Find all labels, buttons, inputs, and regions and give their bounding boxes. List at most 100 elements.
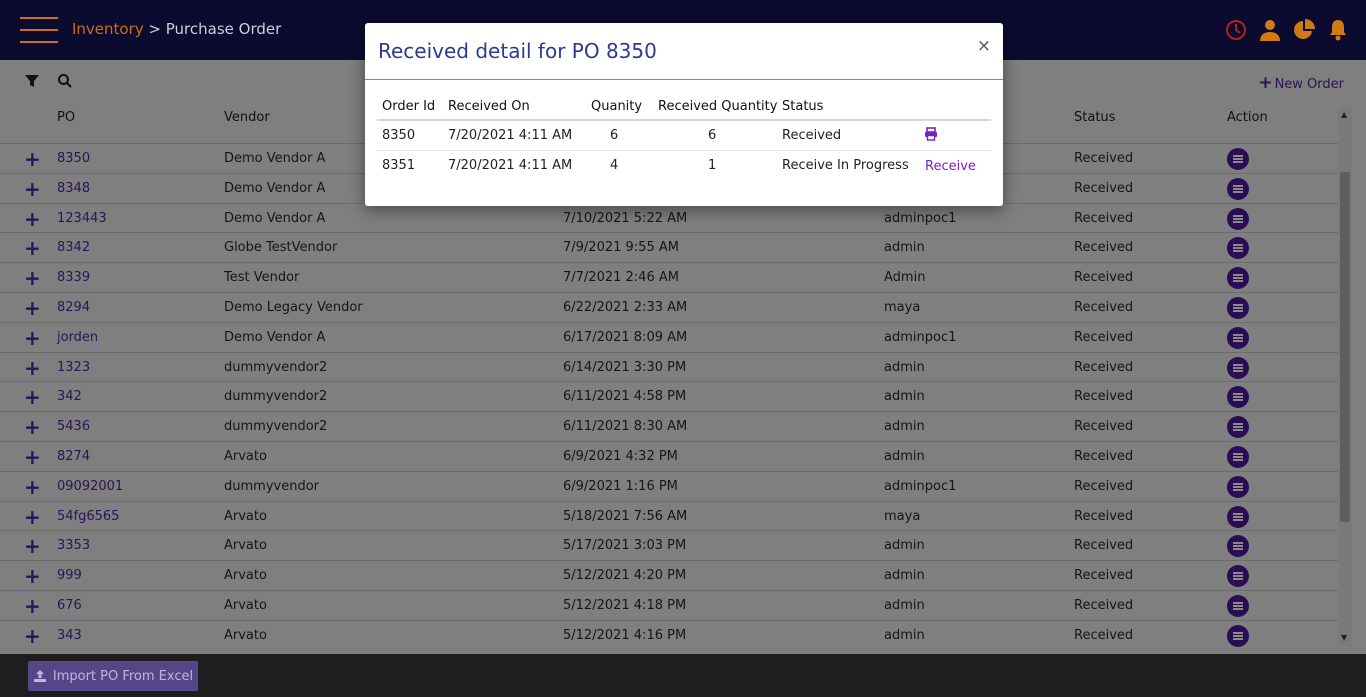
vendor-cell: dummyvendor	[224, 478, 319, 494]
po-link[interactable]: 342	[57, 389, 82, 404]
po-link[interactable]: 09092001	[57, 479, 123, 494]
expand-row-icon[interactable]: +	[24, 624, 41, 648]
user-icon[interactable]	[1258, 18, 1282, 42]
table-row: +343 Arvato 5/12/2021 4:16 PM admin Received	[0, 621, 1338, 650]
status-cell: Received	[1074, 180, 1134, 196]
hamburger-menu-icon[interactable]	[20, 15, 58, 45]
row-action-menu-icon[interactable]	[1227, 416, 1249, 439]
row-action-menu-icon[interactable]	[1227, 505, 1249, 528]
scroll-up-arrow-icon[interactable]: ▲	[1341, 110, 1347, 119]
row-action-menu-icon[interactable]	[1227, 237, 1249, 260]
close-icon[interactable]: ×	[977, 36, 991, 56]
expand-row-icon[interactable]: +	[24, 266, 41, 290]
vendor-cell: Arvato	[224, 568, 267, 584]
receive-link[interactable]: Receive	[925, 159, 976, 174]
user-cell: admin	[884, 359, 925, 375]
received-quantity-cell: 6	[708, 128, 717, 143]
vendor-cell: Arvato	[224, 627, 267, 643]
row-action-menu-icon[interactable]	[1227, 207, 1249, 230]
expand-row-icon[interactable]: +	[24, 594, 41, 618]
row-action-menu-icon[interactable]	[1227, 326, 1249, 349]
row-action-menu-icon[interactable]	[1227, 267, 1249, 290]
expand-row-icon[interactable]: +	[24, 147, 41, 171]
table-row: +1323 dummyvendor2 6/14/2021 3:30 PM admin R…	[0, 353, 1338, 383]
status-cell: Received	[1074, 538, 1134, 554]
user-cell: maya	[884, 300, 921, 315]
pie-chart-icon[interactable]	[1292, 18, 1316, 42]
expand-row-icon[interactable]: +	[24, 415, 41, 439]
date-cell: 6/14/2021 3:30 PM	[563, 359, 687, 375]
received-on-cell: 7/20/2021 4:11 AM	[448, 158, 573, 173]
expand-row-icon[interactable]: +	[24, 236, 41, 260]
po-link[interactable]: 5436	[57, 419, 90, 434]
grid-scrollbar[interactable]: ▲ ▼	[1338, 108, 1352, 646]
po-link[interactable]: 54fg6565	[57, 509, 119, 524]
filter-icon[interactable]	[23, 72, 41, 90]
po-link[interactable]: jorden	[57, 330, 98, 345]
bell-icon[interactable]	[1326, 18, 1350, 42]
table-row: +54fg6565 Arvato 5/18/2021 7:56 AM maya Rece…	[0, 502, 1338, 532]
row-action-menu-icon[interactable]	[1227, 356, 1249, 379]
quantity-cell: 4	[610, 158, 619, 173]
status-cell: Receive In Progress	[782, 158, 909, 173]
po-link[interactable]: 8350	[57, 151, 90, 166]
po-link[interactable]: 3353	[57, 538, 90, 553]
row-action-menu-icon[interactable]	[1227, 177, 1249, 200]
vendor-cell: Test Vendor	[224, 270, 300, 286]
column-header-status[interactable]: Status	[1074, 110, 1115, 125]
table-row: +8274 Arvato 6/9/2021 4:32 PM admin Received	[0, 442, 1338, 472]
po-link[interactable]: 1323	[57, 360, 90, 375]
expand-row-icon[interactable]: +	[24, 356, 41, 380]
po-link[interactable]: 999	[57, 568, 82, 583]
po-link[interactable]: 343	[57, 628, 82, 643]
clock-icon[interactable]	[1224, 18, 1248, 42]
date-cell: 5/12/2021 4:20 PM	[563, 568, 687, 584]
vendor-cell: Demo Vendor A	[224, 329, 326, 345]
expand-row-icon[interactable]: +	[24, 564, 41, 588]
expand-row-icon[interactable]: +	[24, 445, 41, 469]
po-link[interactable]: 8294	[57, 300, 90, 315]
date-cell: 6/9/2021 1:16 PM	[563, 478, 678, 494]
print-icon[interactable]	[924, 127, 938, 141]
grid-body: +8350 Demo Vendor A Received +8348 Demo Vend…	[0, 130, 1338, 650]
expand-row-icon[interactable]: +	[24, 326, 41, 350]
po-link[interactable]: 676	[57, 598, 82, 613]
search-icon[interactable]	[56, 72, 74, 90]
scroll-down-arrow-icon[interactable]: ▼	[1341, 633, 1347, 642]
quantity-cell: 6	[610, 128, 619, 143]
po-link[interactable]: 8274	[57, 449, 90, 464]
import-po-from-excel-button[interactable]: Import PO From Excel	[28, 661, 198, 691]
expand-row-icon[interactable]: +	[24, 475, 41, 499]
column-header-vendor[interactable]: Vendor	[224, 110, 270, 125]
upload-icon	[33, 670, 46, 682]
column-header-po[interactable]: PO	[57, 110, 75, 125]
row-action-menu-icon[interactable]	[1227, 565, 1249, 588]
expand-row-icon[interactable]: +	[24, 177, 41, 201]
date-cell: 5/12/2021 4:18 PM	[563, 598, 687, 613]
expand-row-icon[interactable]: +	[24, 296, 41, 320]
expand-row-icon[interactable]: +	[24, 207, 41, 231]
row-action-menu-icon[interactable]	[1227, 475, 1249, 498]
row-action-menu-icon[interactable]	[1227, 624, 1249, 647]
expand-row-icon[interactable]: +	[24, 534, 41, 558]
breadcrumb-inventory-link[interactable]: Inventory	[72, 20, 144, 38]
row-action-menu-icon[interactable]	[1227, 446, 1249, 468]
status-cell: Received	[1074, 270, 1134, 286]
row-action-menu-icon[interactable]	[1227, 148, 1249, 170]
column-header-order-id: Order Id	[382, 99, 436, 114]
expand-row-icon[interactable]: +	[24, 505, 41, 529]
po-link[interactable]: 8339	[57, 270, 90, 285]
row-action-menu-icon[interactable]	[1227, 535, 1249, 558]
table-row: +676 Arvato 5/12/2021 4:18 PM admin Received	[0, 591, 1338, 621]
row-action-menu-icon[interactable]	[1227, 386, 1249, 409]
po-link[interactable]: 123443	[57, 211, 107, 226]
row-action-menu-icon[interactable]	[1227, 297, 1249, 319]
po-link[interactable]: 8348	[57, 181, 90, 196]
expand-row-icon[interactable]: +	[24, 385, 41, 409]
new-order-button[interactable]: + New Order	[1258, 73, 1344, 93]
row-action-menu-icon[interactable]	[1227, 595, 1249, 617]
scrollbar-thumb[interactable]	[1340, 172, 1350, 522]
po-link[interactable]: 8342	[57, 240, 90, 255]
status-cell: Received	[1074, 151, 1134, 166]
date-cell: 7/7/2021 2:46 AM	[563, 270, 679, 286]
